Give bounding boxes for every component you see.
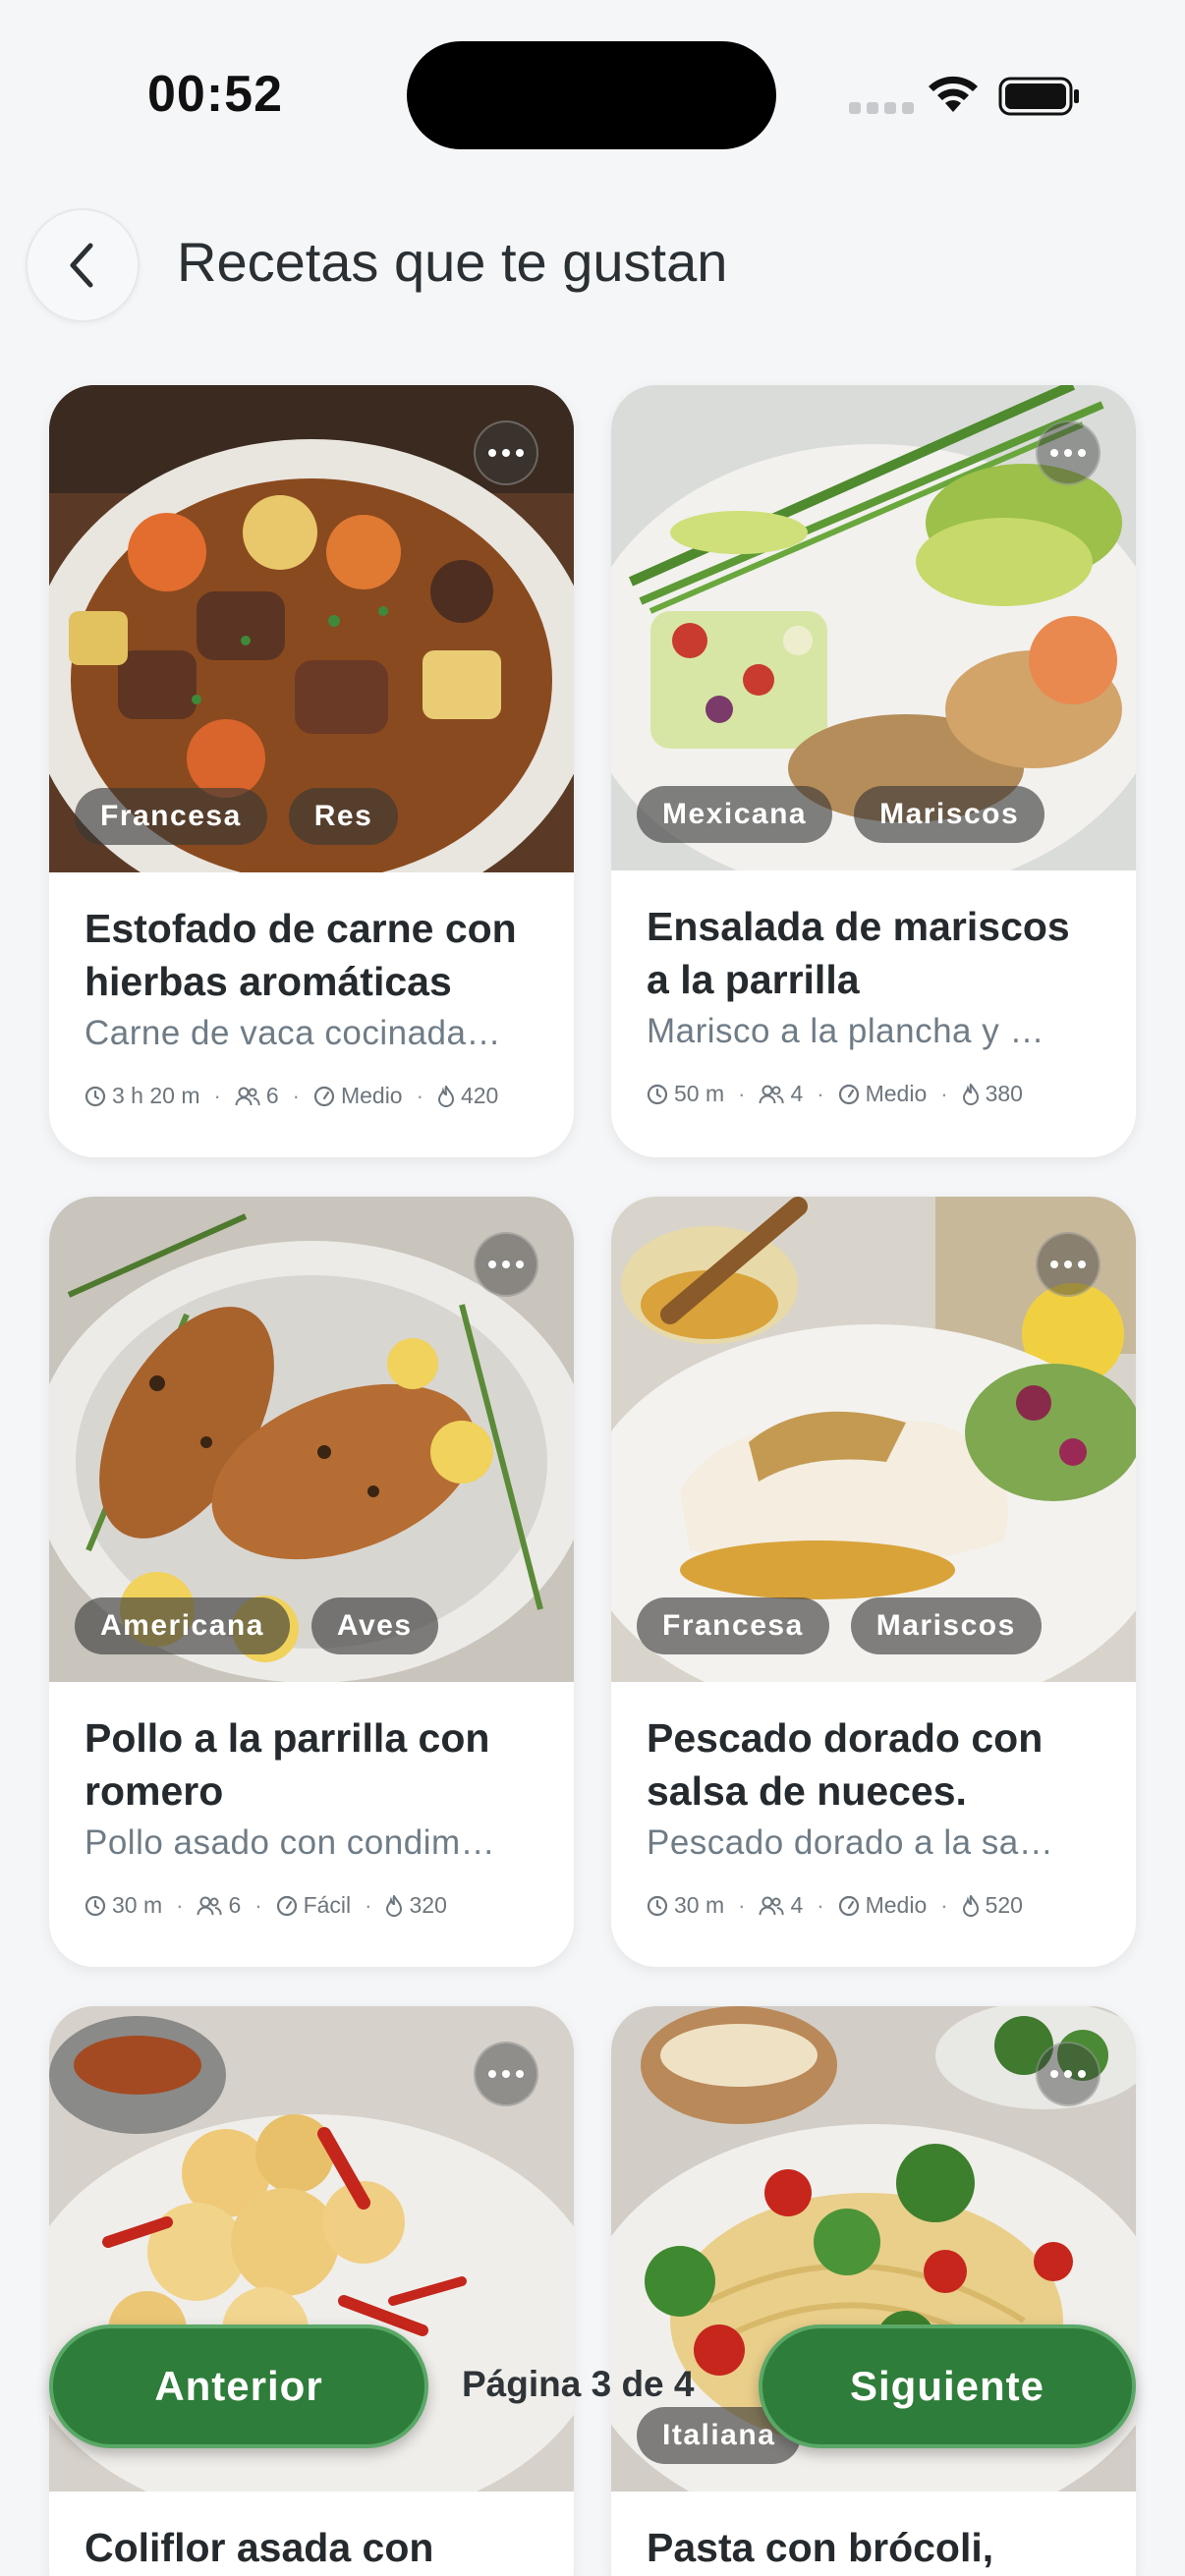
difficulty: Medio (340, 1083, 403, 1108)
previous-page-button[interactable]: Anterior (49, 2324, 428, 2448)
difficulty: Medio (865, 1081, 928, 1106)
cuisine-tag: Mexicana (637, 786, 833, 843)
status-time: 00:52 (147, 66, 283, 123)
ellipsis-icon (1050, 2070, 1058, 2078)
status-bar: 00:52 (0, 0, 1185, 187)
tag-list: Americana Aves (75, 1597, 438, 1654)
cuisine-tag: Francesa (75, 788, 267, 845)
recipe-description: Carne de vaca cocinada… (85, 1014, 501, 1052)
category-tag: Mariscos (850, 1597, 1042, 1654)
cook-time: 3 h 20 m (112, 1083, 200, 1108)
people-icon (235, 1087, 260, 1105)
flame-icon (962, 1083, 979, 1105)
people-icon (759, 1896, 784, 1915)
more-options-button[interactable] (1036, 420, 1100, 485)
battery-icon (998, 77, 1079, 116)
cook-time: 30 m (112, 1892, 163, 1918)
more-options-button[interactable] (474, 2042, 538, 2106)
back-button[interactable] (26, 208, 140, 322)
servings: 6 (228, 1892, 242, 1918)
recipe-meta: 30 m · 6 · Fácil · 320 (85, 1892, 538, 1919)
dynamic-island (407, 41, 776, 149)
seafood-salad-photo: Mexicana Mariscos (611, 385, 1136, 870)
recipe-card[interactable]: Francesa Mariscos Pescado dorado con sal… (611, 1197, 1136, 1967)
flame-icon (386, 1894, 403, 1917)
ellipsis-icon (488, 1260, 496, 1268)
tag-list: Mexicana Mariscos (637, 786, 1045, 843)
cook-time: 30 m (674, 1892, 725, 1918)
recipe-card[interactable]: Francesa Res Estofado de carne con hierb… (49, 385, 574, 1157)
cuisine-tag: Americana (75, 1597, 290, 1654)
gauge-icon (313, 1086, 335, 1106)
recipe-card[interactable]: Italiana Pasta con brócoli, (611, 2006, 1136, 2576)
recipe-card[interactable]: Americana Aves Pollo a la parrilla con r… (49, 1197, 574, 1967)
beef-stew-photo: Francesa Res (49, 385, 574, 872)
more-options-button[interactable] (1036, 1232, 1100, 1297)
clock-icon (85, 1086, 106, 1106)
calories: 520 (985, 1892, 1023, 1918)
gauge-icon (276, 1895, 297, 1916)
next-page-button[interactable]: Siguiente (759, 2324, 1136, 2448)
category-tag: Res (288, 788, 399, 845)
difficulty: Fácil (303, 1892, 352, 1918)
recipe-title: Pollo a la parrilla con romero (85, 1715, 490, 1814)
servings: 4 (790, 1081, 804, 1106)
recipe-card[interactable]: Mexicana Mariscos Ensalada de mariscos a… (611, 385, 1136, 1157)
more-options-button[interactable] (474, 420, 538, 485)
recipe-title: Coliflor asada con (85, 2525, 434, 2570)
chevron-left-icon (70, 243, 93, 288)
fish-walnut-photo: Francesa Mariscos (611, 1197, 1136, 1682)
recipe-title: Estofado de carne con hierbas aromáticas (85, 906, 517, 1004)
people-icon (759, 1085, 784, 1103)
category-tag: Aves (310, 1597, 438, 1654)
calories: 380 (985, 1081, 1023, 1106)
tag-list: Francesa Res (75, 788, 399, 845)
category-tag: Mariscos (854, 786, 1045, 843)
page-title: Recetas que te gustan (177, 231, 728, 293)
ellipsis-icon (1050, 449, 1058, 457)
servings: 6 (265, 1083, 279, 1108)
recipe-description: Pescado dorado a la sa… (647, 1823, 1054, 1862)
recipe-meta: 50 m · 4 · Medio · 380 (647, 1081, 1100, 1107)
difficulty: Medio (865, 1892, 928, 1918)
recipe-description: Pollo asado con condim… (85, 1823, 496, 1862)
calories: 420 (460, 1083, 499, 1108)
recipe-meta: 3 h 20 m · 6 · Medio · 420 (85, 1083, 538, 1109)
cook-time: 50 m (674, 1081, 725, 1106)
recipe-title: Pasta con brócoli, (647, 2525, 994, 2570)
gauge-icon (838, 1084, 859, 1104)
clock-icon (85, 1895, 106, 1916)
page-indicator: Página 3 de 4 (462, 2364, 695, 2404)
ellipsis-icon (488, 449, 496, 457)
gauge-icon (838, 1895, 859, 1916)
wifi-icon (929, 76, 978, 112)
recipe-title: Ensalada de mariscos a la parrilla (647, 904, 1070, 1002)
more-options-button[interactable] (1036, 2042, 1100, 2106)
cellular-signal-icon (849, 102, 914, 114)
clock-icon (647, 1084, 668, 1104)
clock-icon (647, 1895, 668, 1916)
ellipsis-icon (1050, 1260, 1058, 1268)
ellipsis-icon (488, 2070, 496, 2078)
people-icon (197, 1896, 222, 1915)
grilled-chicken-photo: Americana Aves (49, 1197, 574, 1682)
flame-icon (962, 1894, 979, 1917)
cuisine-tag: Francesa (637, 1597, 829, 1654)
flame-icon (437, 1085, 454, 1107)
tag-list: Francesa Mariscos (637, 1597, 1042, 1654)
recipe-card[interactable]: Coliflor asada con (49, 2006, 574, 2576)
calories: 320 (409, 1892, 447, 1918)
servings: 4 (790, 1892, 804, 1918)
recipe-description: Marisco a la plancha y … (647, 1012, 1044, 1050)
recipe-meta: 30 m · 4 · Medio · 520 (647, 1892, 1100, 1919)
recipe-title: Pescado dorado con salsa de nueces. (647, 1715, 1044, 1814)
more-options-button[interactable] (474, 1232, 538, 1297)
